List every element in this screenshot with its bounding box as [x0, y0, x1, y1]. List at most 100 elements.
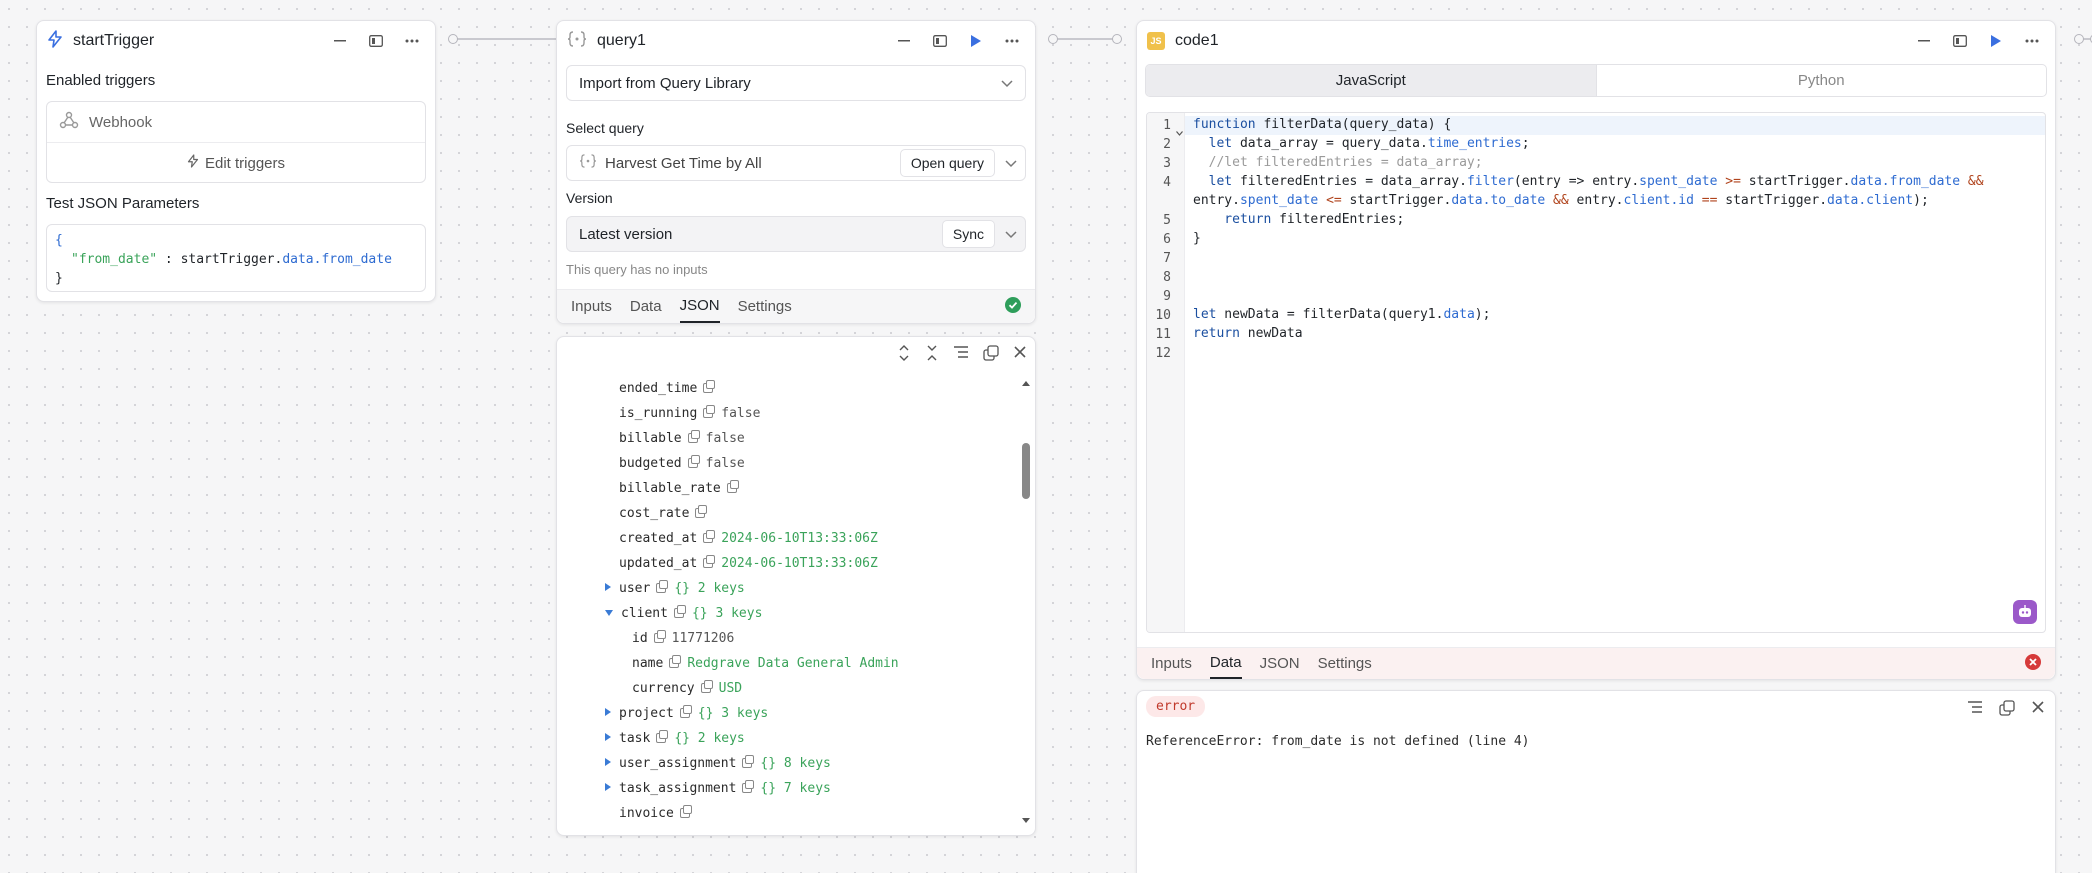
copy-icon[interactable]	[703, 380, 716, 393]
tab-settings[interactable]: Settings	[738, 290, 792, 323]
expand-arrow-icon[interactable]	[605, 708, 611, 716]
json-row[interactable]: user_assignment{} 8 keys	[605, 755, 831, 771]
code-header: JS code1	[1137, 21, 2055, 61]
copy-icon[interactable]	[703, 555, 716, 568]
select-query-field[interactable]: Harvest Get Time by All Open query	[566, 145, 1026, 181]
list-icon[interactable]	[953, 345, 969, 365]
tab-inputs[interactable]: Inputs	[571, 290, 612, 323]
copy-icon[interactable]	[726, 480, 739, 493]
webhook-row[interactable]: Webhook	[47, 102, 425, 143]
webhook-label: Webhook	[89, 113, 153, 131]
edit-triggers-button[interactable]: Edit triggers	[47, 143, 425, 183]
version-label: Version	[566, 190, 613, 206]
lang-javascript-tab[interactable]: JavaScript	[1146, 65, 1597, 96]
copy-icon[interactable]	[687, 455, 700, 468]
copy-icon[interactable]	[742, 755, 755, 768]
select-query-label: Select query	[566, 120, 644, 136]
panel-toggle-icon[interactable]	[927, 28, 953, 54]
tab-inputs[interactable]: Inputs	[1151, 648, 1192, 679]
scrollbar-thumb[interactable]	[1022, 443, 1030, 499]
copy-icon[interactable]	[703, 530, 716, 543]
code-line: entry.spent_date <= startTrigger.data.to…	[1193, 193, 1929, 208]
chevron-down-icon[interactable]	[1005, 155, 1017, 172]
copy-icon[interactable]	[687, 430, 700, 443]
javascript-icon: JS	[1147, 32, 1165, 50]
run-icon[interactable]	[1983, 28, 2009, 54]
success-check-icon	[1005, 296, 1021, 317]
query1-panel: query1 Import from Query Library Select …	[556, 20, 1036, 324]
copy-icon[interactable]	[653, 630, 666, 643]
enabled-triggers-label: Enabled triggers	[46, 72, 156, 89]
close-icon[interactable]	[1013, 345, 1027, 365]
line-gutter	[1147, 113, 1185, 632]
copy-icon[interactable]	[700, 680, 713, 693]
json-row: id 11771206	[632, 630, 735, 646]
json-row: updated_at 2024-06-10T13:33:06Z	[619, 555, 878, 571]
copy-icon[interactable]	[669, 655, 682, 668]
more-options-icon[interactable]	[2019, 28, 2045, 54]
tab-settings[interactable]: Settings	[1318, 648, 1372, 679]
trigger-header: startTrigger	[37, 21, 435, 61]
collapse-all-icon[interactable]	[925, 345, 939, 365]
expand-all-icon[interactable]	[897, 345, 911, 365]
copy-icon[interactable]	[1999, 700, 2015, 720]
code1-panel: JS code1 JavaScript Python 1 2 3 4 5 6 7…	[1136, 20, 2056, 680]
copy-icon[interactable]	[703, 405, 716, 418]
expand-arrow-icon[interactable]	[605, 733, 611, 741]
minimize-icon[interactable]	[327, 28, 353, 54]
json-row[interactable]: user{} 2 keys	[605, 580, 745, 596]
json-row[interactable]: project{} 3 keys	[605, 705, 768, 721]
ai-assistant-icon[interactable]	[2013, 600, 2037, 624]
chevron-down-icon	[1001, 75, 1013, 92]
json-row[interactable]: task{} 2 keys	[605, 730, 745, 746]
line-number: 11	[1155, 327, 1171, 342]
minimize-icon[interactable]	[891, 28, 917, 54]
panel-toggle-icon[interactable]	[1947, 28, 1973, 54]
import-library-select[interactable]: Import from Query Library	[566, 65, 1026, 101]
json-row: billable_rate	[619, 480, 745, 496]
close-icon[interactable]	[2031, 700, 2045, 720]
more-options-icon[interactable]	[399, 28, 425, 54]
code-editor[interactable]: 1 2 3 4 5 6 7 8 9 10 11 12 function filt…	[1146, 112, 2046, 633]
expand-arrow-icon[interactable]	[605, 583, 611, 591]
tab-data[interactable]: Data	[1209, 648, 1242, 679]
copy-icon[interactable]	[695, 505, 708, 518]
triggers-box: Webhook Edit triggers	[46, 101, 426, 183]
json-close-brace: }	[55, 271, 63, 286]
lang-python-tab[interactable]: Python	[1597, 65, 2047, 96]
copy-icon[interactable]	[983, 345, 999, 365]
expand-arrow-icon[interactable]	[605, 783, 611, 791]
tab-json[interactable]: JSON	[679, 290, 720, 323]
copy-icon[interactable]	[656, 730, 669, 743]
run-icon[interactable]	[963, 28, 989, 54]
language-toggle: JavaScript Python	[1145, 64, 2047, 97]
line-number: 2	[1163, 137, 1171, 152]
json-scrollbar[interactable]	[1021, 379, 1031, 825]
copy-icon[interactable]	[742, 780, 755, 793]
copy-icon[interactable]	[679, 805, 692, 818]
json-row[interactable]: task_assignment{} 7 keys	[605, 780, 831, 796]
open-query-button[interactable]: Open query	[899, 149, 995, 177]
tab-data[interactable]: Data	[630, 290, 662, 323]
no-inputs-text: This query has no inputs	[566, 262, 708, 277]
copy-icon[interactable]	[679, 705, 692, 718]
test-json-editor[interactable]: { "from_date" : startTrigger.data.from_d…	[46, 224, 426, 292]
query-library-icon	[567, 31, 587, 51]
edit-triggers-label: Edit triggers	[204, 154, 286, 172]
sync-button[interactable]: Sync	[941, 220, 995, 248]
copy-icon[interactable]	[656, 580, 669, 593]
version-select[interactable]: Latest version Sync	[566, 216, 1026, 252]
fold-arrow-icon[interactable]	[1176, 123, 1183, 140]
tab-json[interactable]: JSON	[1260, 648, 1300, 679]
copy-icon[interactable]	[673, 605, 686, 618]
expand-arrow-icon[interactable]	[605, 758, 611, 766]
lightning-icon	[187, 154, 199, 172]
minimize-icon[interactable]	[1911, 28, 1937, 54]
json-prop: data.from_date	[282, 252, 392, 267]
panel-toggle-icon[interactable]	[363, 28, 389, 54]
list-icon[interactable]	[1967, 700, 1983, 720]
more-options-icon[interactable]	[999, 28, 1025, 54]
collapse-arrow-icon[interactable]	[605, 610, 613, 616]
chevron-down-icon[interactable]	[1005, 226, 1017, 243]
json-row[interactable]: client{} 3 keys	[605, 605, 762, 621]
